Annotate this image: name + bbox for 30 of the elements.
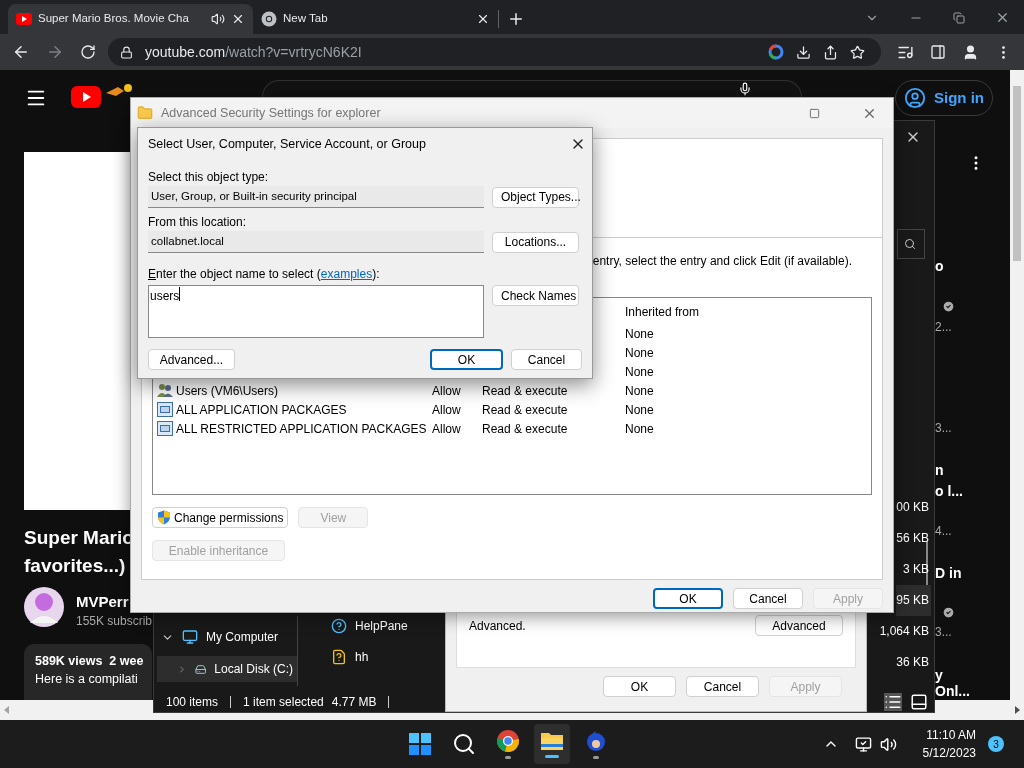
video-meta: 3... xyxy=(935,624,952,641)
note-text: Advanced. xyxy=(469,618,526,635)
column-header: Inherited from xyxy=(625,304,701,321)
location-field: collabnet.local xyxy=(148,231,484,253)
selection-count: 1 item selected xyxy=(243,694,324,711)
dialog-title: Select User, Computer, Service Account, or Group xyxy=(148,135,426,153)
field-label: From this location: xyxy=(148,214,248,231)
file-size: 36 KB xyxy=(896,654,930,671)
window-title: Advanced Security Settings for explorer xyxy=(161,104,382,122)
view-stats: 589K views 2 wee xyxy=(35,653,145,670)
item-count: 100 items xyxy=(166,694,219,711)
file-size: 3 KB xyxy=(903,561,930,578)
instruction-text: entry, select the entry and click Edit (if available). xyxy=(592,253,852,270)
file-size: 1,064 KB xyxy=(879,623,930,640)
video-title: favorites...) xyxy=(24,554,127,578)
video-meta: 2... xyxy=(935,319,952,336)
file-size: 00 KB xyxy=(896,499,930,516)
field-label: Enter the object name to select (examples): xyxy=(148,266,381,283)
description-text: Here is a compilati xyxy=(35,671,139,688)
subscriber-count: 155K subscrib xyxy=(76,614,153,629)
tab-title: Super Mario Bros. Movie Cha xyxy=(38,11,190,27)
url-text: youtube.com/watch?v=vrtrycN6K2I xyxy=(144,42,363,62)
selection-size: 4.77 MB xyxy=(331,694,377,711)
object-type-field: User, Group, or Built-in security principal xyxy=(148,186,484,208)
video-meta: 3... xyxy=(935,420,952,437)
file-size: 56 KB xyxy=(896,530,930,547)
field-label: Select this object type: xyxy=(148,169,270,186)
file-size: 95 KB xyxy=(896,585,931,616)
video-meta: 4... xyxy=(935,523,952,540)
tab-title: New Tab xyxy=(283,11,329,27)
